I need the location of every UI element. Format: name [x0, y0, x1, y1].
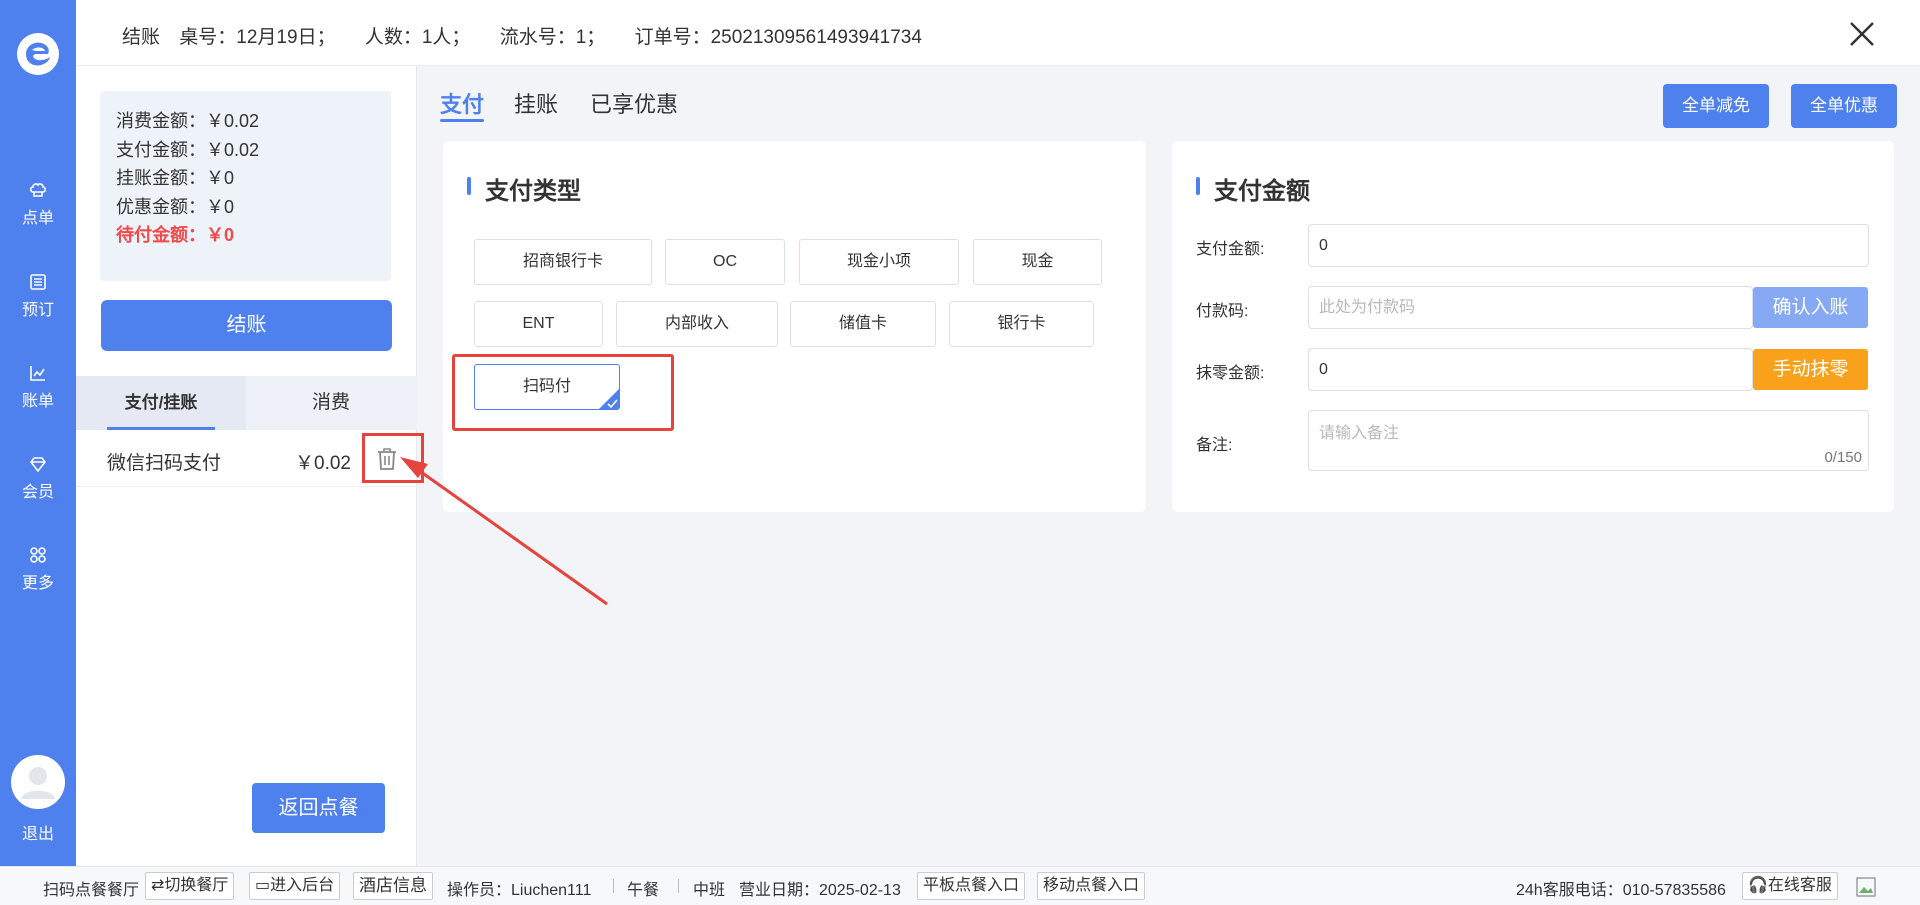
- tab-pay[interactable]: 支付: [440, 87, 485, 122]
- note-placeholder: 请输入备注: [1319, 425, 1400, 442]
- switch-restaurant-button[interactable]: ⇄切换餐厅: [145, 872, 235, 900]
- tab-consumption[interactable]: 消费: [246, 376, 416, 430]
- round-label: 抹零金额:: [1196, 365, 1265, 382]
- nav-item-more[interactable]: 更多: [0, 545, 76, 593]
- tab-payment-credit[interactable]: 支付/挂账: [76, 376, 246, 430]
- left-tabs: 支付/挂账 消费: [76, 376, 417, 430]
- order-info: 结账 桌号：12月19日； 人数：1人； 流水号：1； 订单号：25021309…: [122, 22, 936, 49]
- close-icon[interactable]: [1846, 18, 1878, 50]
- status-bar: 扫码点餐餐厅 ⇄切换餐厅 ▭进入后台 酒店信息 操作员：Liuchen111 午…: [0, 866, 1920, 905]
- pay-type-title: 支付类型: [467, 171, 581, 206]
- nav-item-bills[interactable]: 账单: [0, 363, 76, 411]
- nav-item-label: 点单: [21, 210, 54, 227]
- enter-backend-button[interactable]: ▭进入后台: [249, 872, 341, 900]
- chart-icon: [30, 366, 45, 381]
- pay-type-option[interactable]: 招商银行卡: [474, 239, 652, 285]
- consume-amount: 消费金额：￥0.02: [116, 111, 260, 131]
- swap-icon: ⇄: [151, 877, 165, 894]
- amount-input[interactable]: 0: [1308, 224, 1869, 267]
- delete-payment-button[interactable]: [362, 433, 424, 483]
- note-textarea[interactable]: 请输入备注 0/150: [1308, 410, 1869, 471]
- online-service-label: 在线客服: [1767, 877, 1832, 894]
- nav-item-member[interactable]: 会员: [0, 454, 76, 502]
- header-title: 结账: [122, 27, 161, 48]
- shift: 中班: [693, 882, 726, 899]
- pay-type-option-selected[interactable]: 扫码付: [474, 364, 620, 410]
- divider: [613, 879, 614, 893]
- full-reduce-button[interactable]: 全单减免: [1663, 84, 1769, 128]
- payment-method-name: 微信扫码支付: [107, 453, 222, 474]
- monitor-icon: ▭: [255, 877, 271, 894]
- paid-amount: 支付金额：￥0.02: [116, 139, 260, 160]
- nav-item-order[interactable]: 点单: [0, 180, 76, 228]
- tablet-entry-button[interactable]: 平板点餐入口: [917, 872, 1026, 900]
- switch-label: 切换餐厅: [164, 877, 229, 894]
- diamond-icon: [29, 457, 47, 473]
- nav-item-reservation[interactable]: 预订: [0, 272, 76, 320]
- avatar[interactable]: [11, 755, 65, 809]
- note-counter: 0/150: [1824, 449, 1862, 466]
- payment-code-input[interactable]: 此处为付款码: [1308, 286, 1753, 329]
- grid-icon: [30, 547, 46, 563]
- nav-item-label: 账单: [21, 393, 54, 410]
- meal-period: 午餐: [627, 882, 660, 899]
- confirm-entry-button[interactable]: 确认入账: [1753, 287, 1868, 328]
- pay-type-label: 扫码付: [522, 378, 571, 395]
- pay-type-option[interactable]: 储值卡: [790, 301, 936, 347]
- nav-item-label: 预订: [21, 302, 54, 319]
- discount-amount: 优惠金额：￥0: [116, 196, 235, 217]
- trash-icon: [378, 448, 396, 470]
- pay-type-option[interactable]: ENT: [474, 301, 603, 347]
- image-icon[interactable]: [1856, 877, 1876, 897]
- business-date: 营业日期：2025-02-13: [739, 882, 901, 899]
- book-icon: [30, 274, 46, 290]
- divider: [678, 879, 679, 893]
- due-amount: 待付金额：￥0: [116, 225, 235, 245]
- payment-amount: ￥0.02: [295, 453, 351, 474]
- operator-info: 操作员：Liuchen111: [447, 882, 592, 899]
- restaurant-name: 扫码点餐餐厅: [43, 882, 140, 899]
- side-nav: 点单 预订 账单 会员 更多 退出: [0, 0, 76, 866]
- header-table: 桌号：12月19日；: [179, 27, 336, 48]
- pay-type-option[interactable]: 现金: [973, 239, 1102, 285]
- nav-item-label: 更多: [21, 575, 54, 592]
- online-service-button[interactable]: 🎧在线客服: [1742, 872, 1838, 900]
- tab-enjoyed-discounts[interactable]: 已享优惠: [590, 87, 678, 119]
- hotline: 24h客服电话：010-57835586: [1516, 882, 1726, 899]
- headset-icon: 🎧: [1748, 877, 1768, 894]
- header-serial: 流水号：1；: [499, 27, 606, 48]
- credit-amount: 挂账金额：￥0: [116, 168, 235, 188]
- note-label: 备注:: [1196, 437, 1233, 454]
- hotel-info-button[interactable]: 酒店信息: [353, 872, 433, 900]
- backend-label: 进入后台: [270, 877, 335, 894]
- check-icon: [607, 399, 618, 408]
- header-order-no: 订单号：25021309561493941734: [634, 27, 922, 48]
- settle-button[interactable]: 结账: [101, 300, 392, 351]
- user-icon: [21, 767, 55, 799]
- pay-type-option[interactable]: 银行卡: [949, 301, 1094, 347]
- amount-label: 支付金额:: [1196, 241, 1265, 258]
- pay-type-option[interactable]: 现金小项: [799, 239, 959, 285]
- tab-credit[interactable]: 挂账: [514, 87, 558, 119]
- amount-summary: 消费金额：￥0.02 支付金额：￥0.02 挂账金额：￥0 优惠金额：￥0 待付…: [100, 91, 391, 281]
- mobile-entry-button[interactable]: 移动点餐入口: [1037, 872, 1146, 900]
- pay-amount-title: 支付金额: [1196, 171, 1310, 206]
- pay-type-option[interactable]: 内部收入: [616, 301, 778, 347]
- exit-button[interactable]: 退出: [0, 820, 76, 844]
- header-people: 人数：1人；: [364, 27, 471, 48]
- nav-item-label: 会员: [21, 484, 54, 501]
- back-to-order-button[interactable]: 返回点餐: [252, 783, 385, 833]
- checkout-header: 结账 桌号：12月19日； 人数：1人； 流水号：1； 订单号：25021309…: [76, 0, 1920, 66]
- pay-type-option[interactable]: OC: [665, 239, 785, 285]
- manual-round-button[interactable]: 手动抹零: [1753, 349, 1868, 390]
- chef-hat-icon: [29, 183, 47, 197]
- round-amount-input[interactable]: 0: [1308, 348, 1753, 391]
- code-label: 付款码:: [1196, 303, 1249, 320]
- app-logo-icon: [17, 33, 59, 75]
- full-discount-button[interactable]: 全单优惠: [1791, 84, 1897, 128]
